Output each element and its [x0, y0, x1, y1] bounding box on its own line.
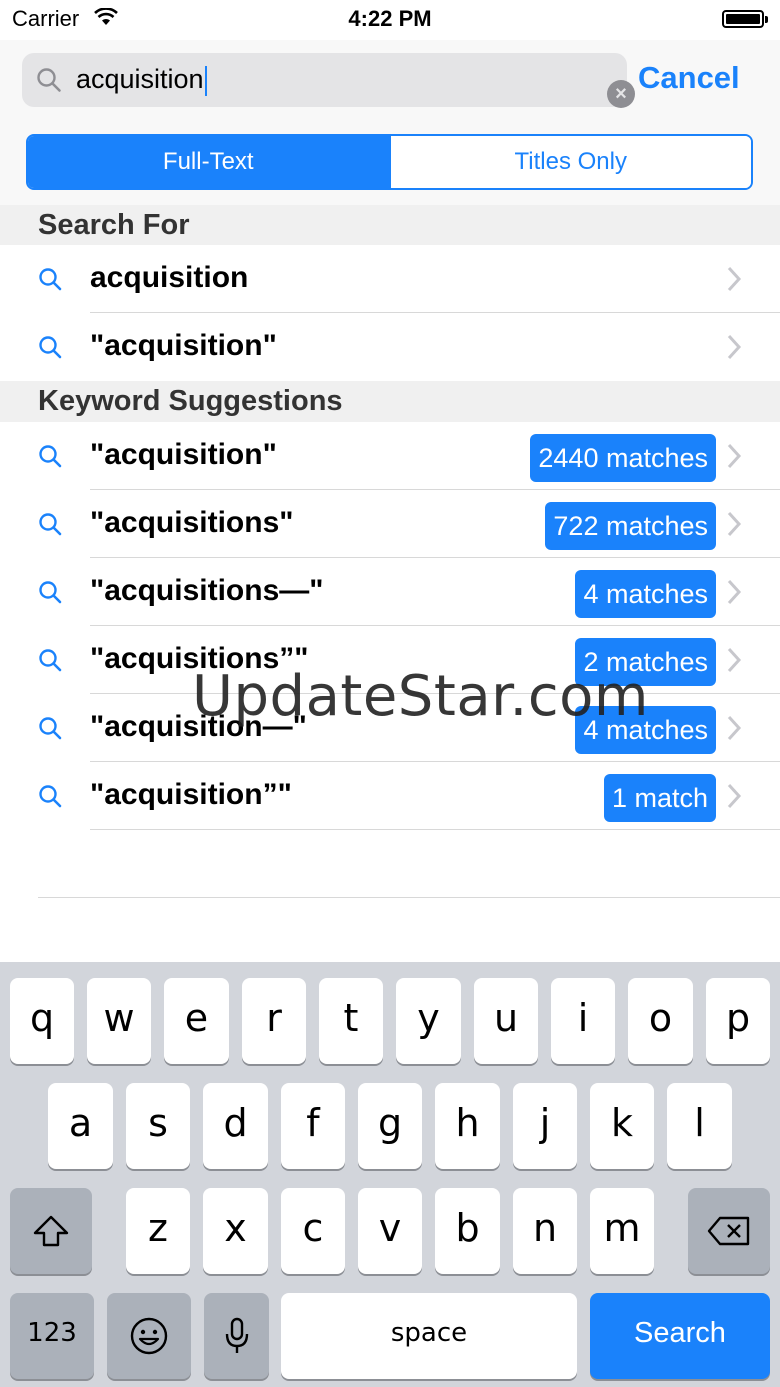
chevron-right-icon	[726, 578, 742, 611]
search-icon	[38, 716, 64, 747]
shift-icon	[33, 1215, 69, 1247]
segment-full-text[interactable]: Full-Text	[28, 136, 389, 188]
match-count-badge: 4 matches	[575, 570, 716, 618]
chevron-right-icon	[726, 265, 742, 298]
search-icon	[38, 648, 64, 679]
row-label: "acquisitions"	[90, 506, 294, 539]
key-d[interactable]: d	[203, 1083, 268, 1169]
emoji-icon	[130, 1317, 168, 1355]
battery-icon	[722, 10, 768, 28]
chevron-right-icon	[726, 510, 742, 543]
clear-search-icon[interactable]: ×	[607, 80, 635, 108]
key-s[interactable]: s	[126, 1083, 190, 1169]
key-c[interactable]: c	[281, 1188, 345, 1274]
row-label: "acquisition"	[90, 329, 277, 362]
search-icon	[38, 512, 64, 543]
match-count-badge: 2440 matches	[530, 434, 716, 482]
divider	[38, 897, 780, 898]
section-header-search-for: Search For	[0, 205, 780, 245]
search-icon	[36, 67, 62, 98]
key-f[interactable]: f	[281, 1083, 345, 1169]
row-label: "acquisitions—"	[90, 574, 324, 607]
search-for-row[interactable]: "acquisition"	[0, 313, 780, 381]
search-header: acquisition × Cancel Full-Text Titles On…	[0, 40, 780, 205]
key-b[interactable]: b	[435, 1188, 500, 1274]
search-key[interactable]: Search	[590, 1293, 770, 1379]
key-i[interactable]: i	[551, 978, 615, 1064]
text-cursor	[204, 65, 207, 96]
backspace-icon	[707, 1216, 750, 1246]
key-e[interactable]: e	[164, 978, 229, 1064]
chevron-right-icon	[726, 333, 742, 366]
row-label: acquisition	[90, 261, 249, 294]
chevron-right-icon	[726, 442, 742, 475]
chevron-right-icon	[726, 646, 742, 679]
search-icon	[38, 335, 64, 366]
key-q[interactable]: q	[10, 978, 74, 1064]
divider	[90, 829, 780, 830]
emoji-key[interactable]	[107, 1293, 191, 1379]
numbers-key[interactable]: 123	[10, 1293, 94, 1379]
search-icon	[38, 444, 64, 475]
suggestion-row[interactable]: "acquisition" 2440 matches	[0, 422, 780, 490]
key-m[interactable]: m	[590, 1188, 654, 1274]
key-h[interactable]: h	[435, 1083, 500, 1169]
suggestion-row[interactable]: "acquisition”" 1 match	[0, 762, 780, 830]
row-label: "acquisition"	[90, 438, 277, 471]
keyboard: q w e r t y u i o p a s d f g h j k l z …	[0, 962, 780, 1387]
suggestion-row[interactable]: "acquisitions" 722 matches	[0, 490, 780, 558]
key-w[interactable]: w	[87, 978, 151, 1064]
watermark: UpdateStar.com	[192, 664, 649, 729]
key-o[interactable]: o	[628, 978, 693, 1064]
search-scope-control: Full-Text Titles Only	[26, 134, 753, 190]
search-icon	[38, 267, 64, 298]
key-u[interactable]: u	[474, 978, 538, 1064]
key-j[interactable]: j	[513, 1083, 577, 1169]
section-header-keyword-suggestions: Keyword Suggestions	[0, 381, 780, 422]
key-a[interactable]: a	[48, 1083, 113, 1169]
match-count-badge: 1 match	[603, 774, 716, 822]
dictation-key[interactable]	[204, 1293, 269, 1379]
clock: 4:22 PM	[348, 6, 432, 31]
row-label: "acquisition”"	[90, 778, 292, 811]
status-bar: Carrier 4:22 PM	[0, 0, 780, 40]
shift-key[interactable]	[10, 1188, 92, 1274]
key-x[interactable]: x	[203, 1188, 268, 1274]
key-v[interactable]: v	[358, 1188, 422, 1274]
suggestion-row[interactable]: "acquisitions—" 4 matches	[0, 558, 780, 626]
key-g[interactable]: g	[358, 1083, 422, 1169]
search-input[interactable]: acquisition ×	[22, 53, 635, 108]
space-key[interactable]: space	[281, 1293, 577, 1379]
search-icon	[38, 580, 64, 611]
key-p[interactable]: p	[706, 978, 770, 1064]
search-query-text: acquisition	[76, 64, 204, 94]
key-y[interactable]: y	[396, 978, 461, 1064]
key-n[interactable]: n	[513, 1188, 577, 1274]
delete-key[interactable]	[688, 1188, 770, 1274]
search-icon	[38, 784, 64, 815]
key-l[interactable]: l	[667, 1083, 732, 1169]
search-for-row[interactable]: acquisition	[0, 245, 780, 313]
key-k[interactable]: k	[590, 1083, 654, 1169]
key-r[interactable]: r	[242, 978, 306, 1064]
microphone-icon	[225, 1317, 248, 1353]
cancel-button[interactable]: Cancel	[638, 60, 740, 96]
chevron-right-icon	[726, 714, 742, 747]
match-count-badge: 722 matches	[545, 502, 716, 550]
key-z[interactable]: z	[126, 1188, 190, 1274]
segment-titles-only[interactable]: Titles Only	[388, 136, 751, 188]
key-t[interactable]: t	[319, 978, 383, 1064]
chevron-right-icon	[726, 782, 742, 815]
